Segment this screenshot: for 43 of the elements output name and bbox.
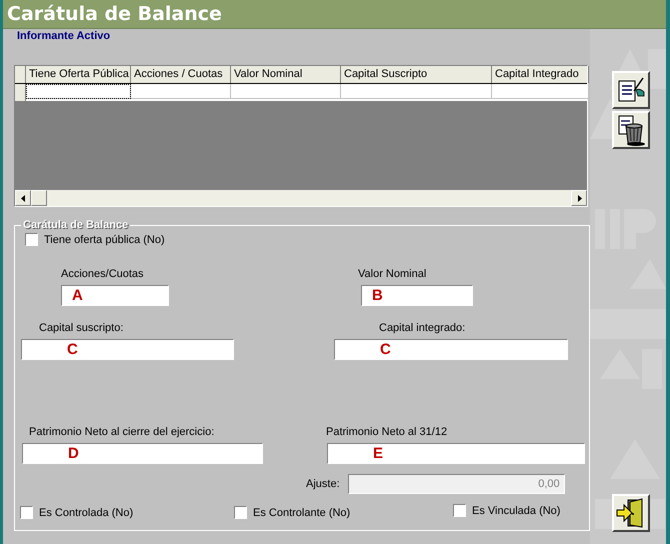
column-header[interactable]: Tiene Oferta Pública	[26, 66, 131, 83]
input-field[interactable]: D	[22, 443, 263, 464]
checkbox-label: Es Controlada (No)	[39, 506, 134, 518]
field-label: Patrimonio Neto al cierre del ejercicio:	[29, 426, 214, 438]
document-trash-icon	[616, 114, 646, 146]
table-cell[interactable]	[231, 84, 341, 99]
left-arrow-icon	[20, 194, 26, 202]
right-arrow-icon	[576, 194, 582, 202]
input-field[interactable]: C	[21, 339, 234, 360]
document-pen-icon	[616, 76, 646, 104]
field-label: Patrimonio Neto al 31/12	[326, 426, 448, 438]
checkbox-label: Tiene oferta pública (No)	[44, 234, 165, 246]
field-label: Capital suscripto:	[39, 322, 124, 334]
table-cell[interactable]	[131, 84, 231, 99]
scrollbar-thumb[interactable]	[31, 190, 47, 206]
column-header[interactable]: Capital Integrado	[492, 66, 589, 83]
column-header[interactable]: Acciones / Cuotas	[131, 66, 231, 83]
subtitle: Informante Activo	[17, 30, 110, 42]
table-cell[interactable]	[26, 84, 131, 99]
field-label: Valor Nominal	[358, 268, 426, 280]
delete-button[interactable]	[612, 111, 650, 149]
edit-button[interactable]	[612, 71, 650, 109]
field-label: Ajuste:	[306, 478, 340, 490]
table-cell[interactable]	[341, 84, 492, 99]
input-field[interactable]: B	[361, 285, 473, 306]
field-label: Capital integrado:	[379, 322, 466, 334]
checkbox[interactable]	[25, 233, 38, 246]
checkbox-label: Es Vinculada (No)	[472, 504, 560, 516]
group-title: Carátula de Balance	[22, 219, 130, 231]
window-title: Carátula de Balance	[7, 3, 222, 25]
horizontal-scrollbar[interactable]	[15, 190, 587, 206]
checkbox[interactable]	[234, 506, 247, 519]
input-field[interactable]: E	[327, 443, 585, 464]
field-label: Acciones/Cuotas	[61, 268, 144, 280]
column-header[interactable]: Capital Suscripto	[341, 66, 492, 83]
checkbox[interactable]	[453, 504, 466, 517]
row-header[interactable]	[15, 84, 26, 101]
input-field[interactable]: C	[334, 339, 568, 360]
checkbox[interactable]	[20, 506, 33, 519]
exit-button[interactable]	[612, 494, 650, 532]
column-header[interactable]: Valor Nominal	[231, 66, 341, 83]
checkbox-label: Es Controlante (No)	[253, 506, 350, 518]
input-field[interactable]: A	[61, 285, 169, 306]
